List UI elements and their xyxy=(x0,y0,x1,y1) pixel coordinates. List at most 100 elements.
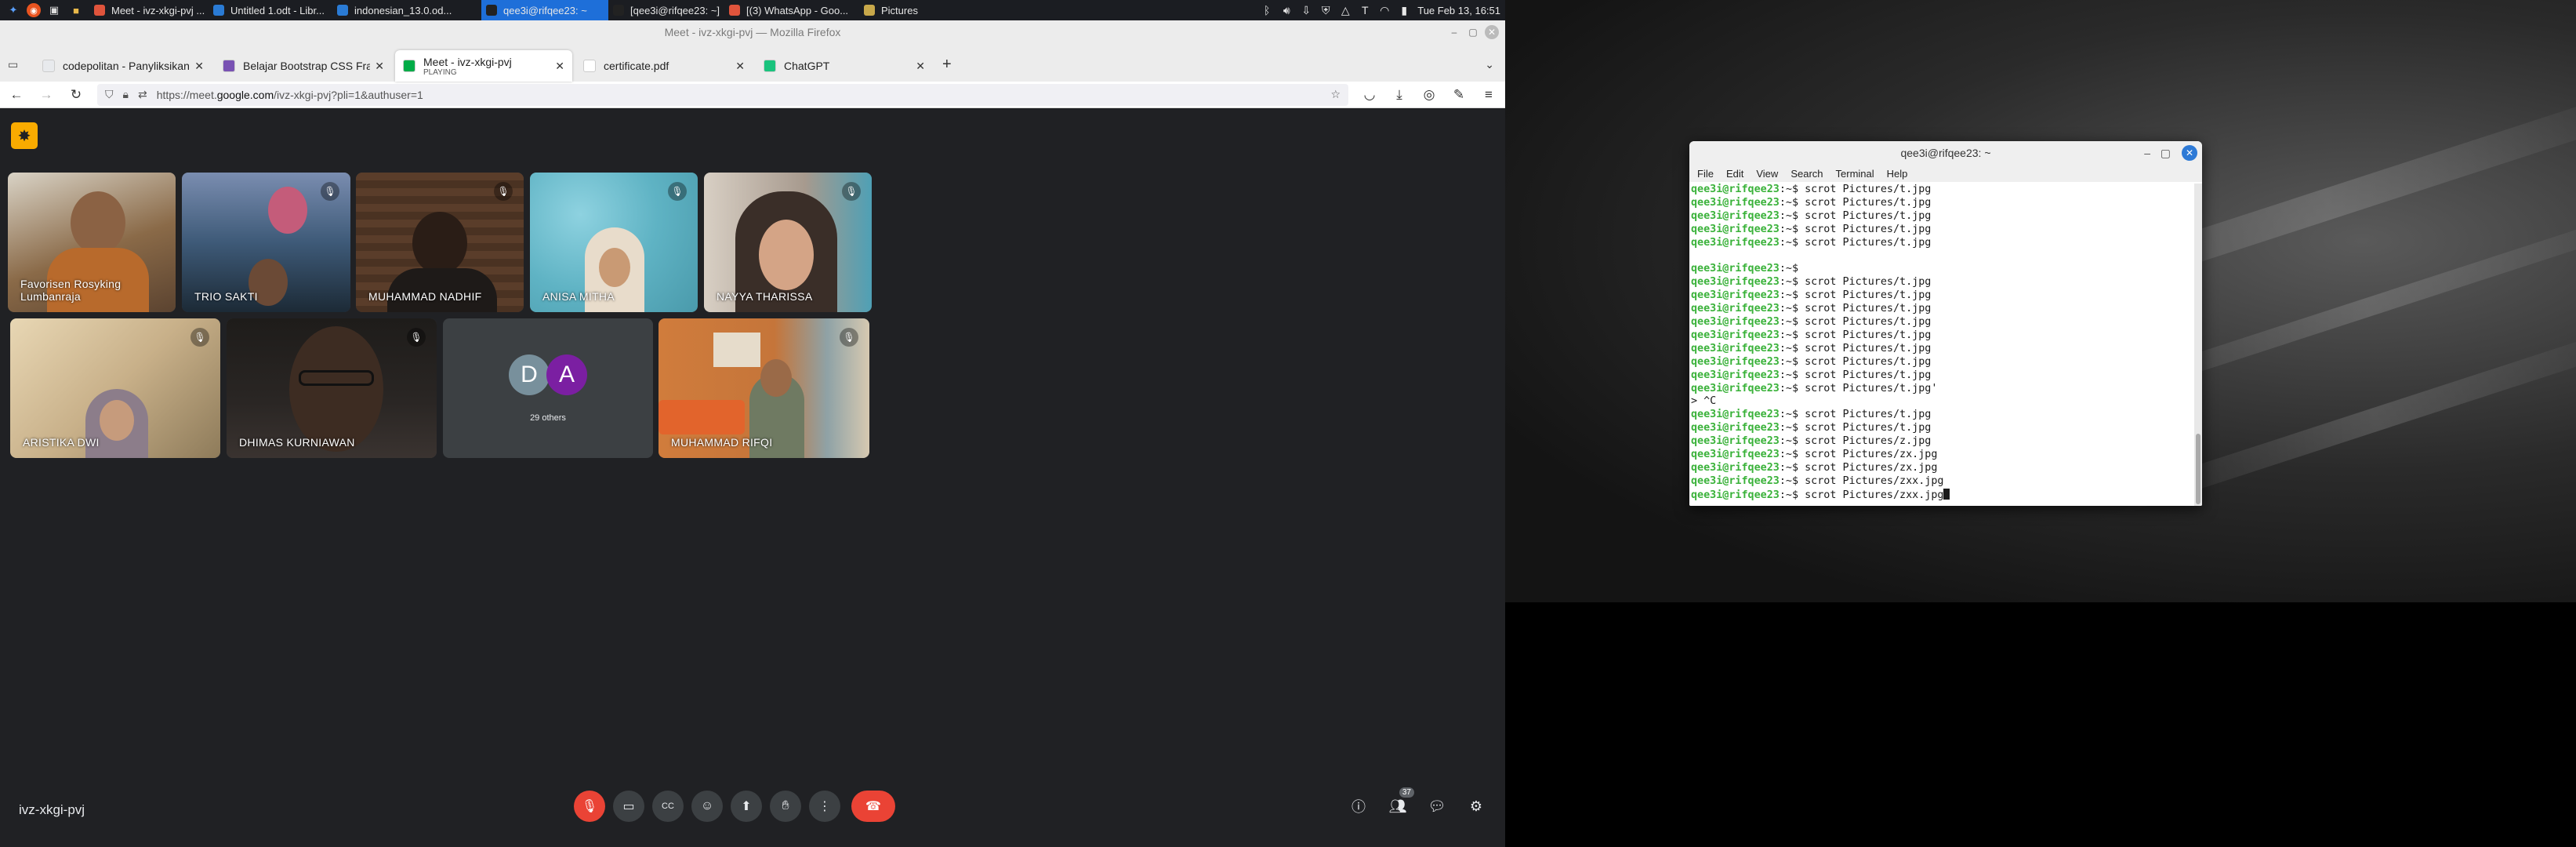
terminal-line: qee3i@rifqee23:~$ scrot Pictures/t.jpg xyxy=(1691,316,2194,329)
keyboard-icon[interactable]: T xyxy=(1359,4,1371,16)
account-icon[interactable]: ◎ xyxy=(1420,87,1438,103)
volume-icon[interactable]: 🔊︎ xyxy=(1280,4,1293,16)
meet-logo-icon[interactable]: ✸ xyxy=(11,122,38,149)
present-screen-button[interactable]: ⬆ xyxy=(731,791,762,822)
lock-icon[interactable]: 🔒︎ xyxy=(123,88,129,101)
tab-strip: ▭ codepolitan - Panyliksikan d ✕ Belajar B… xyxy=(0,47,1505,82)
terminal-window[interactable]: qee3i@rifqee23: ~ – ▢ ✕ File Edit View Sear… xyxy=(1689,141,2202,506)
battery-icon[interactable]: ▮ xyxy=(1398,4,1410,16)
bookmark-star-icon[interactable]: ☆ xyxy=(1330,88,1341,101)
participant-tile[interactable]: 🎙︎ ANISA MITHA xyxy=(530,173,698,312)
pocket-icon[interactable]: ◡ xyxy=(1361,87,1378,103)
more-options-button[interactable]: ⋮ xyxy=(809,791,840,822)
terminal-menu-item[interactable]: Help xyxy=(1887,168,1908,180)
taskbar-task[interactable]: indonesian_13.0.od... xyxy=(332,0,481,20)
back-button[interactable]: ← xyxy=(8,87,25,103)
downloads-icon[interactable]: ⤓ xyxy=(1391,87,1408,103)
meeting-info-button[interactable]: ⓘ xyxy=(1345,791,1372,822)
browser-tab[interactable]: ChatGPT ✕ xyxy=(756,50,933,82)
mic-toggle-button[interactable]: 🎙︎ xyxy=(574,791,605,822)
taskbar-task[interactable]: [qee3i@rifqee23: ~] xyxy=(608,0,724,20)
close-tab-icon[interactable]: ✕ xyxy=(735,60,745,73)
terminal-menu-item[interactable]: Search xyxy=(1791,168,1823,180)
tracking-shield-icon[interactable]: ⛉ xyxy=(105,88,114,101)
menu-icon[interactable]: ≡ xyxy=(1480,87,1497,103)
minimize-icon[interactable]: – xyxy=(2144,141,2150,165)
participant-tile[interactable]: 🎙︎ ARISTIKA DWI xyxy=(10,318,220,458)
files-launcher-icon[interactable]: ■ xyxy=(67,2,85,19)
terminal-titlebar[interactable]: qee3i@rifqee23: ~ – ▢ ✕ xyxy=(1689,141,2202,165)
maximize-icon[interactable]: ▢ xyxy=(1466,25,1480,39)
clock[interactable]: Tue Feb 13, 16:51 xyxy=(1417,5,1500,16)
terminal-line: qee3i@rifqee23:~$ scrot Pictures/t.jpg xyxy=(1691,289,2194,303)
extensions-icon[interactable]: ✎ xyxy=(1450,87,1468,103)
wifi-icon[interactable]: ◠ xyxy=(1378,4,1391,16)
shield-icon[interactable]: ⛨ xyxy=(1319,4,1332,16)
terminal-prompt: qee3i@rifqee23 xyxy=(1691,369,1780,381)
browser-tab[interactable]: Meet - ivz-xkgi-pvj PLAYING ✕ xyxy=(395,50,572,82)
chat-button[interactable]: 💬︎ xyxy=(1424,791,1450,822)
reload-button[interactable]: ↻ xyxy=(67,87,85,103)
activities-button[interactable]: ⚙︎ xyxy=(1463,791,1489,822)
participant-tile[interactable]: Favorisen Rosyking Lumbanraja xyxy=(8,173,176,312)
close-icon[interactable]: ✕ xyxy=(2182,145,2197,161)
terminal-output[interactable]: qee3i@rifqee23:~$ scrot Pictures/t.jpg qe… xyxy=(1689,184,2194,506)
app-icon xyxy=(94,5,105,16)
close-icon[interactable]: ✕ xyxy=(1485,25,1499,39)
participant-tile[interactable]: 🎙︎ MUHAMMAD RIFQI xyxy=(659,318,869,458)
taskbar-task[interactable]: Meet - ivz-xkgi-pvj ... xyxy=(89,0,209,20)
people-count-badge: 37 xyxy=(1399,787,1414,798)
raise-hand-button[interactable]: ✋︎ xyxy=(770,791,801,822)
participant-tile[interactable]: 🎙︎ MUHAMMAD NADHIF xyxy=(356,173,524,312)
bluetooth-icon[interactable]: ᛒ xyxy=(1261,4,1273,16)
browser-tab[interactable]: Belajar Bootstrap CSS Fram ✕ xyxy=(215,50,392,82)
captions-button[interactable]: CC xyxy=(652,791,684,822)
mic-off-icon: 🎙︎ xyxy=(668,182,687,201)
browser-tab[interactable]: certificate.pdf ✕ xyxy=(575,50,753,82)
new-tab-button[interactable]: + xyxy=(942,56,952,74)
participant-tile[interactable]: 🎙︎ NAYYA THARISSA xyxy=(704,173,872,312)
terminal-prompt: qee3i@rifqee23 xyxy=(1691,489,1780,501)
close-tab-icon[interactable]: ✕ xyxy=(194,60,204,73)
forward-button[interactable]: → xyxy=(38,87,55,103)
taskbar-task[interactable]: Untitled 1.odt - Libr... xyxy=(209,0,332,20)
people-button[interactable]: 👥︎ 37 xyxy=(1384,787,1414,822)
desktop-background: qee3i@rifqee23: ~ – ▢ ✕ File Edit View Sear… xyxy=(1505,0,2576,602)
window-titlebar[interactable]: Meet - ivz-xkgi-pvj — Mozilla Firefox – … xyxy=(0,20,1505,47)
reactions-button[interactable]: ☺ xyxy=(691,791,723,822)
close-tab-icon[interactable]: ✕ xyxy=(555,60,564,73)
terminal-launcher-icon[interactable]: ▣ xyxy=(45,2,63,19)
leave-call-button[interactable]: ☎︎ xyxy=(851,791,895,822)
terminal-menu-item[interactable]: Edit xyxy=(1726,168,1743,180)
terminal-scrollbar[interactable] xyxy=(2194,184,2202,506)
taskbar-task[interactable]: qee3i@rifqee23: ~ xyxy=(481,0,608,20)
close-tab-icon[interactable]: ✕ xyxy=(916,60,925,73)
terminal-command: :~$ scrot Pictures/zx.jpg xyxy=(1779,462,1938,474)
terminal-prompt: qee3i@rifqee23 xyxy=(1691,316,1780,329)
ubuntu-icon[interactable]: ◉ xyxy=(27,3,41,17)
permissions-icon[interactable]: ⇄ xyxy=(138,88,147,101)
list-all-tabs-icon[interactable]: ⌄ xyxy=(1485,58,1494,71)
terminal-menu-item[interactable]: Terminal xyxy=(1836,168,1874,180)
terminal-menu-item[interactable]: View xyxy=(1756,168,1778,180)
maximize-icon[interactable]: ▢ xyxy=(2161,141,2171,165)
tab-overview-icon[interactable]: ▭ xyxy=(8,58,18,71)
taskbar-task[interactable]: [(3) WhatsApp - Goo... xyxy=(724,0,859,20)
menu-icon[interactable]: ✦ xyxy=(5,2,22,19)
minimize-icon[interactable]: – xyxy=(1447,25,1461,39)
download-icon[interactable]: ⇩ xyxy=(1300,4,1312,16)
url-bar[interactable]: ⛉ 🔒︎ ⇄ https://meet.google.com/ivz-xkgi-… xyxy=(97,83,1348,106)
participant-tile[interactable]: 🎙︎ TRIO SAKTI xyxy=(182,173,350,312)
warning-icon[interactable]: △ xyxy=(1339,4,1351,16)
participant-name: TRIO SAKTI xyxy=(194,290,258,303)
terminal-prompt: qee3i@rifqee23 xyxy=(1691,276,1780,289)
terminal-menu-item[interactable]: File xyxy=(1697,168,1714,180)
close-tab-icon[interactable]: ✕ xyxy=(375,60,384,73)
taskbar-task[interactable]: Pictures xyxy=(859,0,945,20)
camera-toggle-button[interactable]: ▭ xyxy=(613,791,644,822)
scrollbar-thumb[interactable] xyxy=(2196,434,2200,504)
browser-tab[interactable]: codepolitan - Panyliksikan d ✕ xyxy=(34,50,212,82)
others-tile[interactable]: D A 29 others xyxy=(443,318,653,458)
participant-tile[interactable]: 🎙︎ DHIMAS KURNIAWAN xyxy=(227,318,437,458)
